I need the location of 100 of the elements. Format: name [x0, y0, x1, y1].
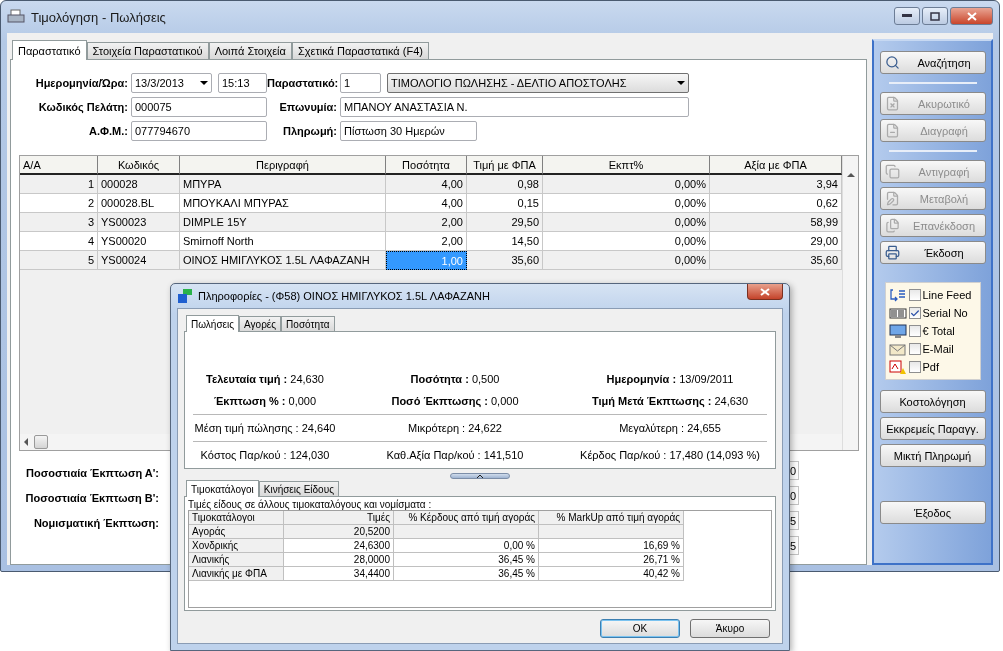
date-dropdown[interactable]: 13/3/2013: [131, 73, 212, 93]
tab[interactable]: Τιμοκατάλογοι: [186, 480, 259, 497]
stat-text: Μικρότερη : 24,622: [407, 422, 503, 434]
field-label: Επωνυμία:: [278, 101, 338, 113]
checkbox[interactable]: [908, 325, 921, 337]
tab[interactable]: Παραστατικό: [12, 40, 87, 60]
cancel-button[interactable]: Άκυρο: [690, 619, 770, 638]
checkbox[interactable]: [908, 361, 921, 373]
tax-id-field[interactable]: 077794670: [131, 121, 267, 141]
field-label: Α.Φ.Μ.:: [88, 125, 129, 137]
document-icon: [884, 96, 900, 111]
caption: Τιμές είδους σε άλλους τιμοκαταλόγους και νομίσματα :: [188, 499, 433, 510]
stat-text: Ημερομηνία : 13/09/2011: [605, 373, 735, 385]
minimize-button[interactable]: [894, 7, 920, 25]
table-cell: ΜΠΟΥΚΑΛΙ ΜΠΥΡΑΣ: [180, 194, 386, 213]
document-number-field[interactable]: 1: [340, 73, 381, 93]
column-header[interactable]: Περιγραφή: [180, 156, 386, 175]
option-label: € Total: [922, 325, 955, 337]
table-cell: 0,00%: [543, 175, 710, 194]
window-title: Τιμολόγηση - Πωλήσεις: [31, 9, 167, 25]
close-button[interactable]: [950, 7, 993, 25]
table-cell: 0,00 %: [394, 539, 539, 553]
maximize-icon: [930, 11, 940, 21]
tab[interactable]: Αγορές: [239, 316, 282, 331]
table-cell: 0,00%: [543, 251, 710, 270]
splitter-handle[interactable]: [450, 473, 510, 479]
tab[interactable]: Στοιχεία Παραστατικού: [86, 42, 209, 59]
option-label: Serial No: [922, 307, 968, 319]
table-cell: YS00023: [98, 213, 180, 232]
column-header[interactable]: Κωδικός: [98, 156, 180, 175]
column-header[interactable]: Τιμή με ΦΠΑ: [467, 156, 543, 175]
table-cell: 000028: [98, 175, 180, 194]
option-label: E-Mail: [922, 343, 954, 355]
table-cell: 14,50: [467, 232, 543, 251]
column-header[interactable]: Α/Α: [20, 156, 98, 175]
vertical-scrollbar[interactable]: [842, 156, 858, 450]
stat-text: Μέση τιμή πώλησης : 24,640: [193, 422, 337, 434]
printer-icon: [7, 9, 25, 25]
checkbox[interactable]: [908, 343, 921, 355]
table-cell: 2,00: [386, 232, 467, 251]
exit-button[interactable]: Έξοδος: [879, 501, 986, 524]
checkbox[interactable]: [908, 307, 921, 319]
table-cell: 2,00: [386, 213, 467, 232]
table-cell: 20,5200: [284, 525, 394, 539]
tab[interactable]: Ποσότητα: [281, 316, 335, 331]
stat-text: Μεγαλύτερη : 24,655: [618, 422, 722, 434]
stat-text: Έκπτωση % : 0,000: [212, 395, 318, 407]
column-header[interactable]: Εκπτ%: [543, 156, 710, 175]
stat-text: Τιμή Μετά Έκπτωσης : 24,630: [590, 395, 750, 407]
sidebar-button[interactable]: Κοστολόγηση: [879, 390, 986, 413]
column-header: Τιμές: [284, 511, 394, 525]
stat-text: Κέρδος Παρ/κού : 17,480 (14,093 %): [579, 449, 761, 461]
maximize-button[interactable]: [922, 7, 948, 25]
stat-text: Ποσότητα : 0,500: [409, 373, 501, 385]
table-cell: 29,50: [467, 213, 543, 232]
documents-icon: [884, 218, 900, 233]
table-cell: 0,15: [467, 194, 543, 213]
monitor-icon: [888, 323, 907, 339]
stat-text: Ποσό Έκπτωσης : 0,000: [390, 395, 520, 407]
sidebar-button[interactable]: Έκδοση: [879, 241, 986, 264]
table-cell: 26,71 %: [539, 553, 684, 567]
table-cell: 40,42 %: [539, 567, 684, 581]
minimize-icon: [902, 14, 912, 18]
tab[interactable]: Κινήσεις Είδους: [258, 481, 339, 496]
table-cell: 0,00%: [543, 213, 710, 232]
discount-label: Ποσοστιαία Έκπτωση Β':: [24, 492, 159, 506]
sidebar-button[interactable]: Εκκρεμείς Παραγγ.: [879, 417, 986, 440]
tab[interactable]: Σχετικά Παραστατικά (F4): [291, 42, 429, 59]
tab[interactable]: Πωλήσεις: [186, 315, 240, 332]
table-cell: 24,6300: [284, 539, 394, 553]
time-field[interactable]: 15:13: [218, 73, 267, 93]
checkbox[interactable]: [908, 289, 921, 301]
table-cell: 2: [20, 194, 98, 213]
customer-code-field[interactable]: 000075: [131, 97, 267, 117]
table-cell: Χονδρικής: [189, 539, 284, 553]
table-cell: 5: [20, 251, 98, 270]
table-cell: 3,94: [710, 175, 842, 194]
table-cell: 34,4400: [284, 567, 394, 581]
close-button[interactable]: [747, 284, 783, 300]
table-cell: 0,98: [467, 175, 543, 194]
column-header[interactable]: Αξία με ΦΠΑ: [710, 156, 842, 175]
document-type-dropdown[interactable]: ΤΙΜΟΛΟΓΙΟ ΠΩΛΗΣΗΣ - ΔΕΛΤΙΟ ΑΠΟΣΤΟΛΗΣ: [387, 73, 689, 93]
table-cell: Λιανικής με ΦΠΑ: [189, 567, 284, 581]
ok-button[interactable]: OK: [600, 619, 680, 638]
table-cell: 36,45 %: [394, 553, 539, 567]
dialog-title: Πληροφορίες - (Φ58) ΟΙΝΟΣ ΗΜΙΓΛΥΚΟΣ 1.5L ΛΑΦΑΖΑΝΗ: [198, 290, 491, 302]
payment-field[interactable]: Πίστωση 30 Ημερών: [340, 121, 477, 141]
close-icon: [760, 287, 770, 296]
sidebar-button[interactable]: Μικτή Πληρωμή: [879, 444, 986, 467]
column-header[interactable]: Ποσότητα: [386, 156, 467, 175]
search-icon: [884, 55, 900, 70]
document-icon: [884, 123, 900, 138]
table-cell: 1: [20, 175, 98, 194]
envelope-icon: [888, 341, 907, 357]
column-header: % Κέρδους από τιμή αγοράς: [394, 511, 539, 525]
column-header: Τιμοκατάλογοι: [189, 511, 284, 525]
name-field[interactable]: ΜΠΑΝΟΥ ΑΝΑΣΤΑΣΙΑ Ν.: [340, 97, 689, 117]
sidebar-button[interactable]: Αναζήτηση: [879, 51, 986, 74]
table-cell: 0,62: [710, 194, 842, 213]
tab[interactable]: Λοιπά Στοιχεία: [208, 42, 292, 59]
